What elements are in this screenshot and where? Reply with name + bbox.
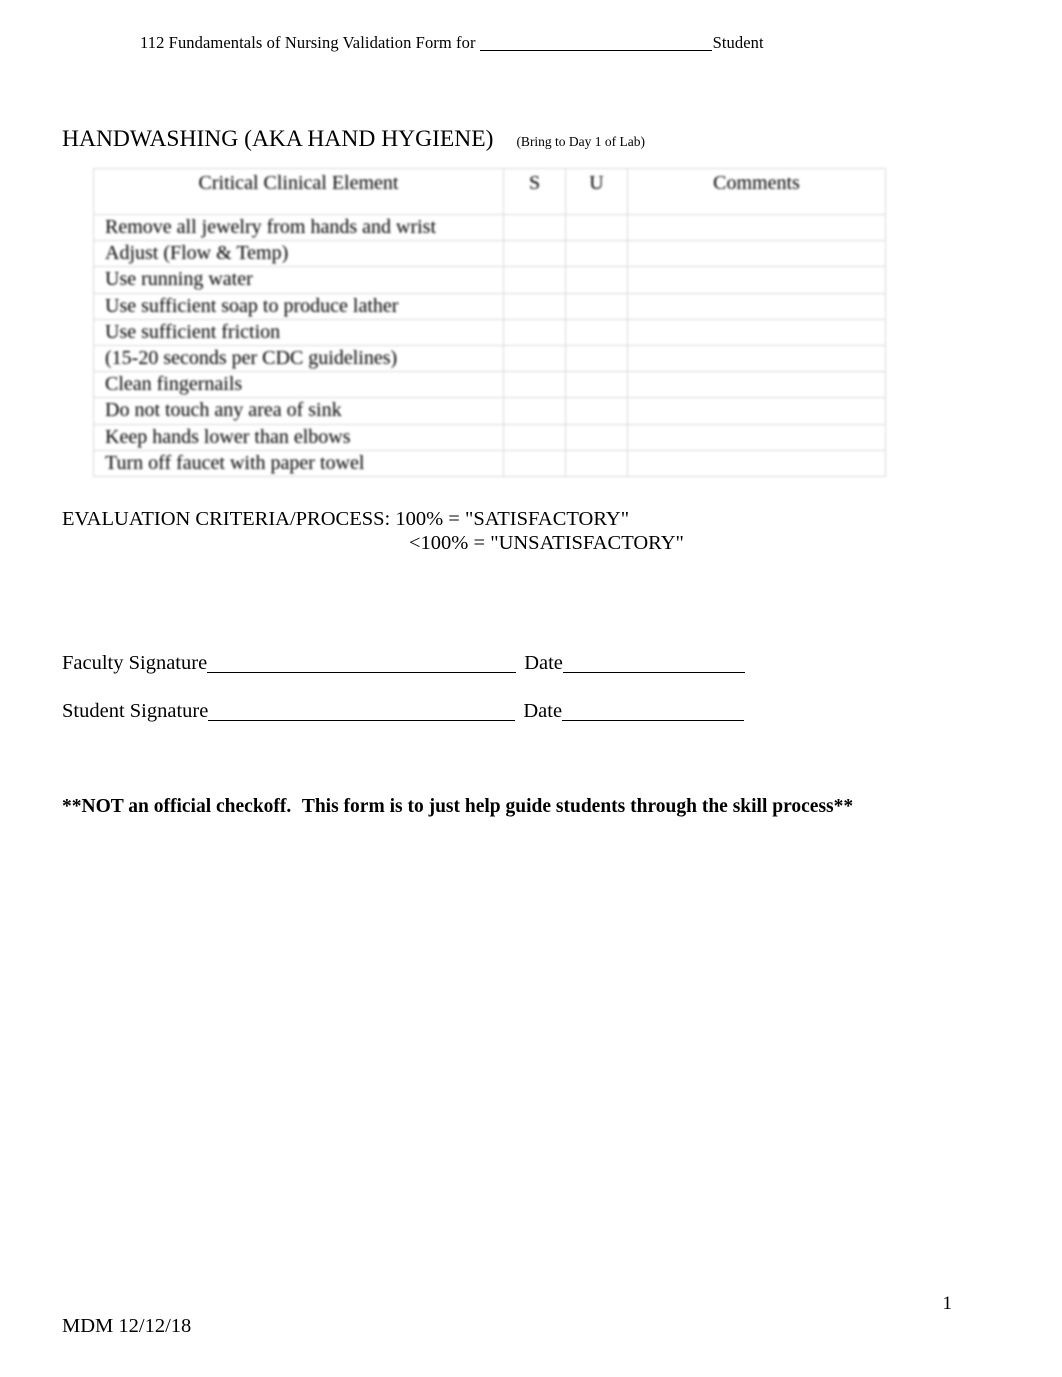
row-cell-u[interactable] xyxy=(565,213,628,242)
row-cell-s[interactable] xyxy=(503,371,566,399)
document-page: 112 Fundamentals of Nursing Validation F… xyxy=(0,0,1062,1377)
row-cell-u[interactable] xyxy=(565,449,628,477)
skill-title: HANDWASHING (AKA HAND HYGIENE) xyxy=(62,126,494,152)
row-element-label: Use sufficient friction xyxy=(93,318,504,346)
evaluation-criteria-line-1: EVALUATION CRITERIA/PROCESS: 100% = "SAT… xyxy=(62,508,630,530)
row-cell-comments[interactable] xyxy=(627,240,886,268)
row-element-label: Use running water xyxy=(93,266,504,294)
skill-table-container: Critical Clinical Element S U Comments R… xyxy=(93,168,886,477)
column-header-element: Critical Clinical Element xyxy=(93,168,504,215)
student-date-label: Date xyxy=(523,700,563,722)
row-cell-u[interactable] xyxy=(565,240,628,268)
row-cell-u[interactable] xyxy=(565,371,628,399)
column-header-comments: Comments xyxy=(627,168,886,215)
bring-to-lab-note: (Bring to Day 1 of Lab) xyxy=(507,132,655,153)
row-cell-comments[interactable] xyxy=(627,397,886,425)
row-element-label: Keep hands lower than elbows xyxy=(93,423,504,451)
row-cell-u[interactable] xyxy=(565,292,628,320)
row-cell-comments[interactable] xyxy=(627,213,886,242)
row-cell-u[interactable] xyxy=(565,423,628,451)
row-element-label: (15-20 seconds per CDC guidelines) xyxy=(93,344,504,373)
student-date-line[interactable] xyxy=(562,720,745,721)
bring-to-lab-note-text: (Bring to Day 1 of Lab) xyxy=(516,134,646,149)
row-element-label: Adjust (Flow & Temp) xyxy=(93,240,504,268)
row-element-label: Clean fingernails xyxy=(93,371,504,399)
row-cell-s[interactable] xyxy=(503,266,566,294)
header-suffix-text: Student xyxy=(712,33,764,52)
row-cell-comments[interactable] xyxy=(627,449,886,477)
header-prefix-text: 112 Fundamentals of Nursing Validation F… xyxy=(140,33,476,52)
student-signature-line[interactable] xyxy=(208,720,516,721)
student-name-blank xyxy=(479,50,712,51)
row-cell-s[interactable] xyxy=(503,344,566,373)
faculty-date-label: Date xyxy=(524,652,563,674)
column-header-s: S xyxy=(503,168,566,215)
row-cell-s[interactable] xyxy=(503,292,566,320)
table-row: Remove all jewelry from hands and wrist xyxy=(93,213,886,242)
row-element-label: Turn off faucet with paper towel xyxy=(93,449,504,477)
signature-block: Faculty Signature Date Student Signature D… xyxy=(62,651,745,747)
row-cell-s[interactable] xyxy=(503,449,566,477)
table-row: Do not touch any area of sink xyxy=(93,397,886,425)
page-number: 1 xyxy=(942,1293,953,1314)
row-element-label: Do not touch any area of sink xyxy=(93,397,504,425)
row-cell-comments[interactable] xyxy=(627,344,886,373)
table-row: Turn off faucet with paper towel xyxy=(93,449,886,477)
student-signature-row: Student Signature Date xyxy=(62,699,745,747)
table-row: Adjust (Flow & Temp) xyxy=(93,240,886,268)
row-cell-u[interactable] xyxy=(565,318,628,346)
row-cell-s[interactable] xyxy=(503,318,566,346)
disclaimer-rest-text: This form is to just help guide students… xyxy=(297,796,854,817)
disclaimer-highlighted-part: **NOT an official checkoff. xyxy=(56,794,298,821)
column-header-u: U xyxy=(565,168,628,215)
table-row: Use sufficient friction xyxy=(93,318,886,346)
row-cell-s[interactable] xyxy=(503,423,566,451)
faculty-signature-line[interactable] xyxy=(207,672,517,673)
table-row: Keep hands lower than elbows xyxy=(93,423,886,451)
skill-checklist-table: Critical Clinical Element S U Comments R… xyxy=(93,168,886,477)
student-signature-label: Student Signature xyxy=(62,700,209,722)
row-cell-u[interactable] xyxy=(565,397,628,425)
row-element-label: Remove all jewelry from hands and wrist xyxy=(93,213,504,242)
row-cell-u[interactable] xyxy=(565,266,628,294)
row-element-label: Use sufficient soap to produce lather xyxy=(93,292,504,320)
row-cell-comments[interactable] xyxy=(627,423,886,451)
skill-title-row: HANDWASHING (AKA HAND HYGIENE) (Bring to… xyxy=(62,126,655,153)
table-row: Use running water xyxy=(93,266,886,294)
row-cell-comments[interactable] xyxy=(627,292,886,320)
evaluation-criteria-line-2: <100% = "UNSATISFACTORY" xyxy=(409,532,684,555)
table-header-row: Critical Clinical Element S U Comments xyxy=(93,168,886,215)
evaluation-criteria-block: EVALUATION CRITERIA/PROCESS: 100% = "SAT… xyxy=(62,507,684,555)
table-row: Clean fingernails xyxy=(93,371,886,399)
row-cell-comments[interactable] xyxy=(627,371,886,399)
row-cell-s[interactable] xyxy=(503,240,566,268)
row-cell-u[interactable] xyxy=(565,344,628,373)
row-cell-comments[interactable] xyxy=(627,266,886,294)
row-cell-s[interactable] xyxy=(503,397,566,425)
disclaimer-note: **NOT an official checkoff. This form is… xyxy=(56,794,854,821)
disclaimer-highlighted-text: **NOT an official checkoff. xyxy=(62,796,292,817)
table-row: (15-20 seconds per CDC guidelines) xyxy=(93,344,886,373)
faculty-date-line[interactable] xyxy=(562,672,745,673)
document-footer: MDM 12/12/18 xyxy=(62,1315,192,1337)
table-row: Use sufficient soap to produce lather xyxy=(93,292,886,320)
document-header: 112 Fundamentals of Nursing Validation F… xyxy=(140,33,764,53)
faculty-signature-label: Faculty Signature xyxy=(62,652,208,674)
row-cell-comments[interactable] xyxy=(627,318,886,346)
row-cell-s[interactable] xyxy=(503,213,566,242)
table-body: Remove all jewelry from hands and wrist … xyxy=(93,213,886,477)
faculty-signature-row: Faculty Signature Date xyxy=(62,651,745,699)
